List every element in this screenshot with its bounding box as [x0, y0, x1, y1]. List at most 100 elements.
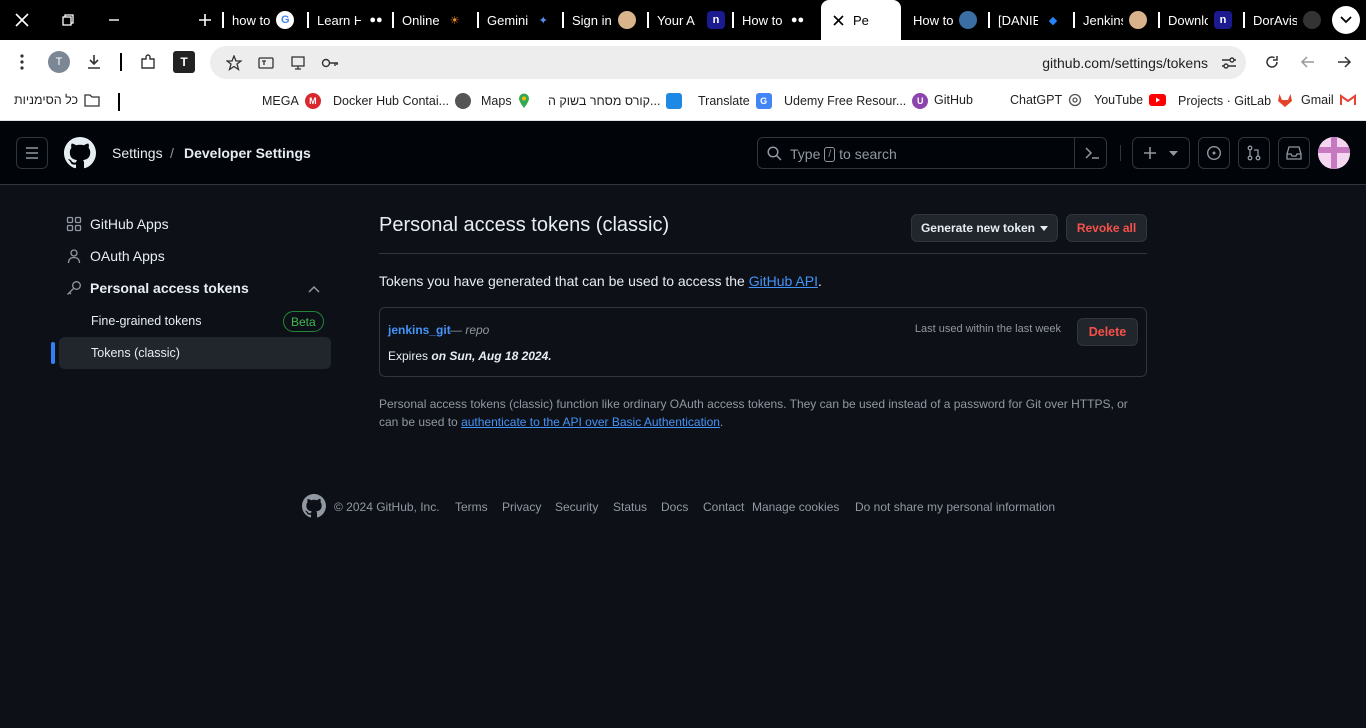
- generate-new-token-button[interactable]: Generate new token: [911, 214, 1058, 242]
- footer-link-docs[interactable]: Docs: [661, 500, 688, 514]
- revoke-all-button[interactable]: Revoke all: [1066, 214, 1147, 242]
- chevron-up-icon[interactable]: [308, 285, 320, 293]
- google-icon: G: [276, 11, 295, 29]
- medium-icon: ●●: [790, 14, 805, 26]
- github-logo-icon[interactable]: [64, 137, 96, 169]
- sidebar-item-personal-access-tokens[interactable]: Personal access tokens: [66, 280, 249, 296]
- inbox-icon[interactable]: [1278, 137, 1310, 169]
- close-window-icon[interactable]: [10, 8, 34, 32]
- browser-menu-icon[interactable]: [11, 51, 33, 73]
- youtube-icon: [1149, 94, 1167, 106]
- mega-icon: M: [304, 93, 321, 109]
- bookmark-gitlab[interactable]: Projects · GitLab: [1178, 93, 1293, 108]
- bookmark-label: GitHub: [934, 93, 973, 107]
- extensions-icon[interactable]: [137, 51, 159, 73]
- breadcrumb-settings[interactable]: Settings: [112, 145, 163, 161]
- bookmark-github[interactable]: GitHub: [934, 93, 973, 107]
- download-icon[interactable]: [83, 51, 105, 73]
- address-bar[interactable]: github.com/settings/tokens: [210, 46, 1246, 79]
- title-divider: [379, 253, 1147, 254]
- basic-auth-link[interactable]: authenticate to the API over Basic Authe…: [461, 415, 720, 429]
- toolbar-divider: [120, 53, 122, 71]
- search-input[interactable]: Type / to search: [757, 137, 1107, 169]
- browser-tab[interactable]: Downlo n: [1158, 0, 1242, 40]
- browser-tab[interactable]: How to: [903, 0, 987, 40]
- bookmark-translate[interactable]: Translate G: [698, 93, 772, 109]
- footer-link-status[interactable]: Status: [613, 500, 647, 514]
- translate-page-icon[interactable]: [255, 52, 277, 74]
- back-arrow-icon[interactable]: [1297, 51, 1319, 73]
- tab-label: How to: [913, 12, 954, 28]
- bookmark-label: YouTube: [1094, 93, 1144, 107]
- footer-link-privacy[interactable]: Privacy: [502, 500, 541, 514]
- classic-tokens-note: Personal access tokens (classic) functio…: [379, 395, 1149, 431]
- close-tab-icon[interactable]: [829, 11, 847, 29]
- browser-tab-active[interactable]: Pe: [821, 0, 901, 40]
- profile-avatar[interactable]: T: [48, 51, 70, 73]
- browser-tab[interactable]: How to ●●: [732, 0, 816, 40]
- browser-tab[interactable]: Your A n: [647, 0, 731, 40]
- tab-search-icon[interactable]: [1332, 6, 1360, 34]
- browser-tab[interactable]: DorAvis: [1243, 0, 1327, 40]
- browser-tab[interactable]: how to G: [222, 0, 306, 40]
- restore-window-icon[interactable]: [56, 8, 80, 32]
- expiry-prefix: Expires: [388, 349, 429, 363]
- forward-arrow-icon[interactable]: [1333, 51, 1355, 73]
- hamburger-menu-icon[interactable]: [16, 137, 48, 169]
- bookmark-gmail[interactable]: Gmail: [1301, 93, 1356, 107]
- token-name-link[interactable]: jenkins_git: [388, 323, 451, 337]
- bookmark-course[interactable]: קורס מסחר בשוק ה...: [548, 93, 683, 109]
- bookmark-star-icon[interactable]: [223, 52, 245, 74]
- github-icon: [1303, 11, 1321, 29]
- tab-label: how to: [232, 12, 271, 28]
- beta-badge: Beta: [283, 311, 324, 332]
- browser-tab[interactable]: Online ☀: [392, 0, 476, 40]
- sidebar-item-github-apps[interactable]: GitHub Apps: [66, 216, 169, 232]
- footer-link-manage-cookies[interactable]: Manage cookies: [752, 500, 839, 514]
- breadcrumb-developer-settings[interactable]: Developer Settings: [184, 145, 311, 161]
- site-settings-icon[interactable]: [1218, 52, 1240, 74]
- new-tab-icon[interactable]: [193, 8, 217, 32]
- password-key-icon[interactable]: [319, 52, 341, 74]
- tab-label: Online: [402, 12, 440, 28]
- sidebar-item-tokens-classic[interactable]: Tokens (classic): [91, 346, 180, 360]
- browser-tab[interactable]: [DANIE ◆: [988, 0, 1072, 40]
- reload-icon[interactable]: [1261, 51, 1283, 73]
- extension-t-icon[interactable]: T: [173, 51, 195, 73]
- browser-tab[interactable]: Gemini ✦: [477, 0, 561, 40]
- footer-github-logo-icon[interactable]: [302, 494, 326, 518]
- create-new-button[interactable]: [1132, 137, 1190, 169]
- footer-link-terms[interactable]: Terms: [455, 500, 488, 514]
- cast-icon[interactable]: [287, 52, 309, 74]
- browser-tab[interactable]: Sign in: [562, 0, 646, 40]
- bookmark-mega[interactable]: MEGA M: [262, 93, 321, 109]
- issues-icon[interactable]: [1198, 137, 1230, 169]
- footer-link-security[interactable]: Security: [555, 500, 598, 514]
- browser-tab[interactable]: Learn H ●●: [307, 0, 391, 40]
- sidebar-item-oauth-apps[interactable]: OAuth Apps: [66, 248, 165, 264]
- all-bookmarks-folder[interactable]: כל הסימניות: [14, 93, 100, 107]
- sidebar-item-fine-grained-tokens[interactable]: Fine-grained tokens: [91, 314, 201, 328]
- command-palette-icon[interactable]: [1084, 146, 1100, 160]
- bookmark-udemy[interactable]: Udemy Free Resour... U: [784, 93, 929, 109]
- token-expiry: Expires on Sun, Aug 18 2024.: [388, 349, 552, 363]
- delete-token-button[interactable]: Delete: [1077, 318, 1138, 346]
- jenkins-icon: [617, 11, 636, 29]
- search-icon: [767, 146, 782, 161]
- pull-requests-icon[interactable]: [1238, 137, 1270, 169]
- bookmark-chatgpt[interactable]: ChatGPT: [1010, 93, 1082, 107]
- bookmark-label: קורס מסחר בשוק ה...: [548, 94, 661, 108]
- browser-tab[interactable]: Jenkins: [1073, 0, 1157, 40]
- footer-link-do-not-share[interactable]: Do not share my personal information: [855, 500, 1055, 514]
- token-list-item: jenkins_git — repo Last used within the …: [379, 307, 1147, 377]
- browser-toolbar: T T github.com/settings/tokens: [0, 40, 1366, 85]
- url-text[interactable]: github.com/settings/tokens: [1042, 55, 1208, 71]
- bookmark-youtube[interactable]: YouTube: [1094, 93, 1167, 107]
- github-api-link[interactable]: GitHub API: [749, 273, 818, 289]
- header-divider: [1120, 145, 1121, 161]
- minimize-window-icon[interactable]: [102, 8, 126, 32]
- footer-link-contact[interactable]: Contact: [703, 500, 744, 514]
- bookmark-maps[interactable]: Maps: [481, 93, 530, 109]
- bookmark-docker-hub[interactable]: Docker Hub Contai...: [333, 93, 472, 109]
- user-avatar[interactable]: [1318, 137, 1350, 169]
